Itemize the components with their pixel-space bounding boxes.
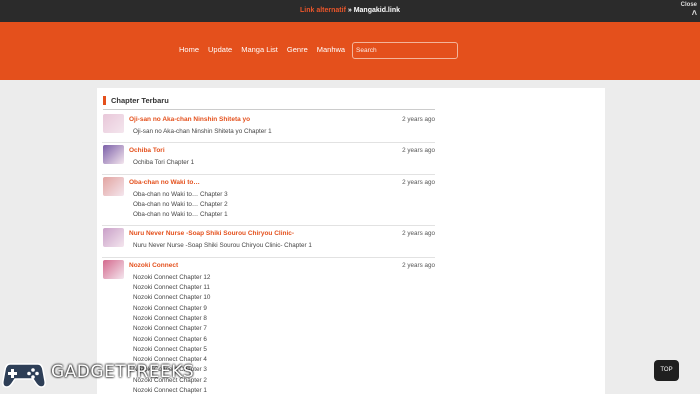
update-time: 2 years ago xyxy=(402,261,435,269)
chapter-link[interactable]: Nozoki Connect Chapter 9 xyxy=(133,304,210,314)
chapter-link[interactable]: Nozoki Connect Chapter 10 xyxy=(133,293,210,303)
nav-manga-list[interactable]: Manga List xyxy=(241,45,278,54)
chapter-link[interactable]: Nozoki Connect Chapter 8 xyxy=(133,314,210,324)
section-title: Chapter Terbaru xyxy=(111,96,169,105)
chapter-links: Oji-san no Aka-chan Ninshin Shiteta yo C… xyxy=(133,127,272,137)
chapter-list: Oji-san no Aka-chan Ninshin Shiteta yo 2 … xyxy=(102,112,435,394)
watermark-text: GADGETFREEKS xyxy=(51,362,195,382)
chapter-link[interactable]: Nozoki Connect Chapter 11 xyxy=(133,283,210,293)
update-time: 2 years ago xyxy=(402,230,435,238)
manga-title-link[interactable]: Nuru Never Nurse -Soap Shiki Sourou Chir… xyxy=(129,230,294,237)
manga-thumbnail[interactable] xyxy=(103,114,124,133)
gamepad-icon xyxy=(2,363,46,388)
chapter-link[interactable]: Nozoki Connect Chapter 6 xyxy=(133,335,210,345)
manga-item: Oba-chan no Waki to… 2 years ago Oba-chan … xyxy=(102,175,435,227)
manga-thumbnail[interactable] xyxy=(103,145,124,165)
site-link[interactable]: Mangakid.link xyxy=(354,7,400,14)
manga-item: Oji-san no Aka-chan Ninshin Shiteta yo 2 … xyxy=(102,112,435,144)
chapter-links: Ochiba Tori Chapter 1 xyxy=(133,158,194,168)
chapter-link[interactable]: Oba-chan no Waki to… Chapter 3 xyxy=(133,190,228,200)
update-time: 2 years ago xyxy=(402,147,435,155)
nav-manhwa[interactable]: Manhwa xyxy=(317,45,345,54)
manga-thumbnail[interactable] xyxy=(103,228,124,248)
chapter-link[interactable]: Oji-san no Aka-chan Ninshin Shiteta yo C… xyxy=(133,127,272,137)
search-input[interactable] xyxy=(352,42,458,59)
chapter-link[interactable]: Oba-chan no Waki to… Chapter 2 xyxy=(133,200,228,210)
main-nav: Home Update Manga List Genre Manhwa xyxy=(179,45,354,54)
chapter-link[interactable]: Nozoki Connect Chapter 7 xyxy=(133,324,210,334)
chapter-link[interactable]: Nuru Never Nurse -Soap Shiki Sourou Chir… xyxy=(133,241,312,251)
manga-title-link[interactable]: Oji-san no Aka-chan Ninshin Shiteta yo xyxy=(129,116,250,123)
chapter-link[interactable]: Ochiba Tori Chapter 1 xyxy=(133,158,194,168)
chapter-links: Oba-chan no Waki to… Chapter 3 Oba-chan n… xyxy=(133,190,228,221)
alt-separator: » xyxy=(345,7,354,14)
chevron-up-icon: ˄ xyxy=(691,8,697,18)
site-header: Home Update Manga List Genre Manhwa xyxy=(0,22,700,80)
section-accent-bar xyxy=(103,96,106,105)
alt-link[interactable]: Link alternatif xyxy=(300,7,346,14)
close-button[interactable]: Close ˄ xyxy=(681,2,697,18)
section-header: Chapter Terbaru xyxy=(103,95,435,110)
chapter-link[interactable]: Nozoki Connect Chapter 12 xyxy=(133,273,210,283)
chapter-links: Nuru Never Nurse -Soap Shiki Sourou Chir… xyxy=(133,241,312,251)
update-time: 2 years ago xyxy=(402,116,435,123)
nav-genre[interactable]: Genre xyxy=(287,45,308,54)
watermark: GADGETFREEKS xyxy=(2,354,194,390)
manga-thumbnail[interactable] xyxy=(103,176,124,196)
update-time: 2 years ago xyxy=(402,178,435,186)
manga-title-link[interactable]: Oba-chan no Waki to… xyxy=(129,179,200,186)
manga-title-link[interactable]: Nozoki Connect xyxy=(129,262,178,269)
content-panel: Chapter Terbaru Oji-san no Aka-chan Nins… xyxy=(97,88,605,394)
nav-update[interactable]: Update xyxy=(208,45,232,54)
manga-item: Ochiba Tori 2 years ago Ochiba Tori Chapte… xyxy=(102,143,435,175)
nav-home[interactable]: Home xyxy=(179,45,199,54)
announcement-bar: Link alternatif » Mangakid.link Close ˄ xyxy=(0,0,700,22)
manga-item: Nuru Never Nurse -Soap Shiki Sourou Chir… xyxy=(102,226,435,258)
scroll-top-button[interactable]: TOP xyxy=(654,360,679,381)
manga-thumbnail[interactable] xyxy=(103,259,124,279)
chapter-link[interactable]: Oba-chan no Waki to… Chapter 1 xyxy=(133,210,228,220)
manga-title-link[interactable]: Ochiba Tori xyxy=(129,147,165,154)
